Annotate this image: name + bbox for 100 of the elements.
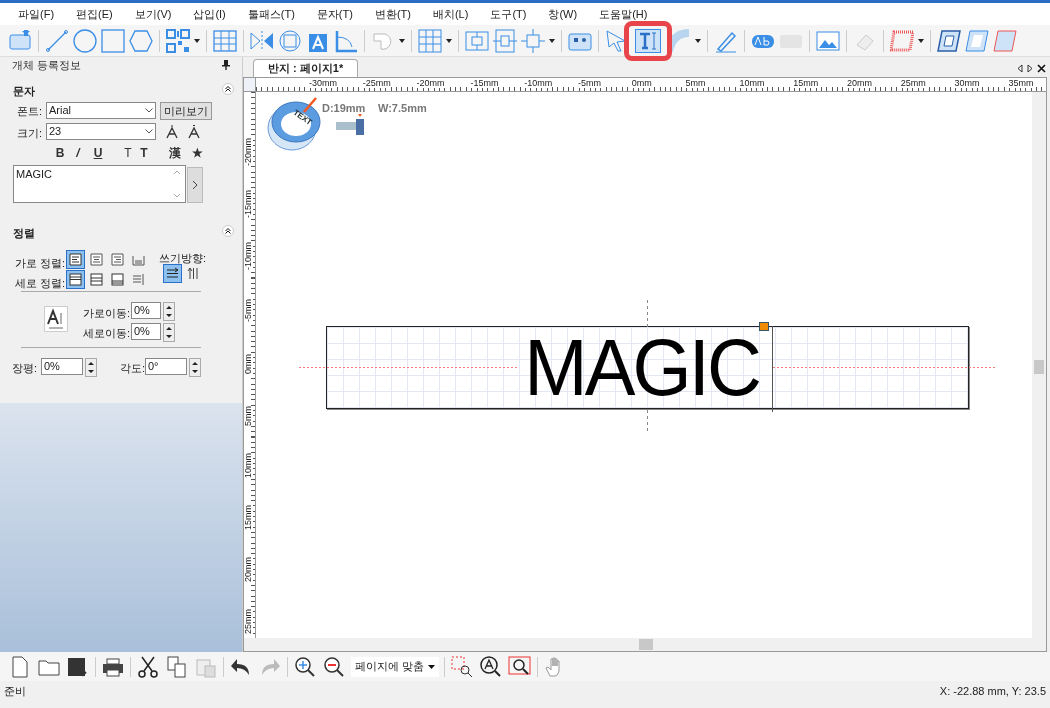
- zoom-dropdown[interactable]: 페이지에 맞춤: [351, 656, 440, 677]
- dropdown-caret-icon[interactable]: [399, 38, 405, 43]
- panel-title: 개체 등록정보: [12, 57, 82, 73]
- spinner-icon[interactable]: [163, 302, 175, 321]
- dropdown-caret-icon[interactable]: [549, 38, 555, 43]
- menu-item[interactable]: 창(W): [548, 5, 578, 23]
- align-button[interactable]: [108, 270, 127, 289]
- vertical-offset-field[interactable]: 0%: [131, 323, 161, 340]
- menu-item[interactable]: 변환(T): [374, 5, 411, 23]
- parallelogram-icon[interactable]: [937, 28, 961, 53]
- angle-icon[interactable]: [334, 28, 358, 53]
- text-content-field[interactable]: MAGIC: [13, 165, 186, 203]
- style-button[interactable]: U: [91, 145, 105, 161]
- chevron-down-icon[interactable]: [145, 129, 153, 134]
- collapse-icon[interactable]: [222, 225, 234, 237]
- align-button[interactable]: [163, 264, 182, 283]
- ruler-label: 5mm: [685, 78, 706, 88]
- diameter-label: D:19mm: [322, 101, 366, 116]
- mirror-icon[interactable]: [250, 28, 274, 53]
- style-button[interactable]: /: [71, 145, 85, 161]
- collapse-icon[interactable]: [222, 83, 234, 95]
- pin-icon[interactable]: [222, 60, 230, 70]
- square-icon[interactable]: [101, 28, 125, 53]
- center-horizontal-icon[interactable]: [493, 28, 517, 53]
- close-icon[interactable]: [1037, 64, 1046, 73]
- rotate-icon[interactable]: [278, 28, 302, 53]
- dropdown-caret-icon[interactable]: [446, 38, 452, 43]
- menu-item[interactable]: 툴패스(T): [247, 5, 295, 23]
- spinner-icon[interactable]: [85, 358, 97, 377]
- align-button[interactable]: [87, 270, 106, 289]
- hexagon-icon[interactable]: [129, 28, 153, 53]
- ruler-label: -25mm: [362, 78, 391, 88]
- ruler-label: -15mm: [470, 78, 499, 88]
- text-tool-button[interactable]: [635, 28, 661, 53]
- circle-icon[interactable]: [73, 28, 97, 53]
- menu-item[interactable]: 보기(V): [134, 5, 172, 23]
- increase-font-icon[interactable]: [188, 125, 200, 139]
- horizontal-offset-field[interactable]: 0%: [131, 302, 161, 319]
- menu-item[interactable]: 삽입(I): [193, 5, 226, 23]
- parallelogram-outline-icon[interactable]: [965, 28, 989, 53]
- cursor-coordinates: X: -22.88 mm, Y: 23.5: [939, 683, 1046, 699]
- ruler-label: 5mm: [244, 406, 253, 426]
- center-vertical-icon[interactable]: [465, 28, 489, 53]
- ruler-label: 30mm: [954, 78, 980, 88]
- parallelogram-icon[interactable]: [993, 28, 1017, 53]
- scissors-icon[interactable]: [136, 654, 160, 679]
- copy-icon[interactable]: [165, 654, 189, 679]
- style-button[interactable]: ★: [190, 145, 204, 161]
- zoom-in-icon[interactable]: [293, 654, 317, 679]
- char-width-field[interactable]: 0%: [41, 358, 83, 375]
- menu-item[interactable]: 배치(L): [432, 5, 469, 23]
- zoom-out-icon[interactable]: [322, 654, 346, 679]
- scroll-thumb[interactable]: [1034, 360, 1044, 374]
- scroll-left-icon[interactable]: [1017, 64, 1023, 73]
- angle-field[interactable]: 0°: [145, 358, 187, 375]
- style-button[interactable]: T: [137, 145, 151, 161]
- spinner-icon[interactable]: [163, 323, 175, 342]
- menu-item[interactable]: 문자(T): [316, 5, 353, 23]
- field-label: 세로이동:: [83, 326, 131, 341]
- line-icon[interactable]: [45, 28, 69, 53]
- scroll-right-icon[interactable]: [1027, 64, 1033, 73]
- ruler-label: -5mm: [244, 299, 253, 322]
- spinner-icon[interactable]: [189, 358, 201, 377]
- align-button[interactable]: [66, 270, 85, 289]
- vertical-align-icon: [111, 273, 124, 286]
- menu-item[interactable]: 도구(T): [490, 5, 527, 23]
- horizontal-align-icon: [132, 253, 145, 266]
- ruler-label: -20mm: [244, 138, 253, 166]
- ruler-label: 35mm: [1008, 78, 1034, 88]
- font-field[interactable]: Arial: [46, 102, 156, 119]
- zoom-selection-icon[interactable]: [450, 654, 475, 679]
- ruler-label: 0mm: [631, 78, 652, 88]
- style-button[interactable]: B: [53, 145, 67, 161]
- chevron-down-icon[interactable]: [145, 108, 153, 113]
- dropdown-caret-icon[interactable]: [194, 38, 200, 43]
- size-field[interactable]: 23: [46, 123, 156, 140]
- chevron-right-icon[interactable]: [192, 180, 198, 190]
- preview-button[interactable]: 미리보기: [160, 102, 212, 120]
- horizontal-align-icon: [111, 253, 124, 266]
- document-tab[interactable]: 반지 : 페이지1*: [253, 59, 359, 77]
- decrease-font-icon[interactable]: [166, 125, 178, 139]
- direction-align-icon: [187, 267, 200, 280]
- resize-handle[interactable]: [759, 322, 769, 331]
- vertical-align-icon: [132, 273, 145, 286]
- image-icon[interactable]: [816, 28, 840, 53]
- horizontal-scrollbar[interactable]: [244, 638, 1046, 651]
- menu-item[interactable]: 편집(E): [76, 5, 113, 23]
- menu-item[interactable]: 도움말(H): [599, 5, 648, 23]
- center-guide-line: [647, 410, 648, 434]
- ruler-label: 20mm: [244, 557, 253, 582]
- style-button[interactable]: 漢: [168, 145, 182, 161]
- dropdown-caret-icon[interactable]: [695, 38, 701, 43]
- vertical-scrollbar[interactable]: [1032, 92, 1046, 638]
- style-button[interactable]: T: [121, 145, 135, 161]
- align-button[interactable]: [66, 250, 85, 269]
- scroll-thumb[interactable]: [639, 639, 653, 650]
- menu-item[interactable]: 파일(F): [18, 5, 55, 23]
- dropdown-caret-icon[interactable]: [918, 38, 924, 43]
- field-label: 크기:: [17, 126, 43, 141]
- table-icon[interactable]: [213, 28, 237, 53]
